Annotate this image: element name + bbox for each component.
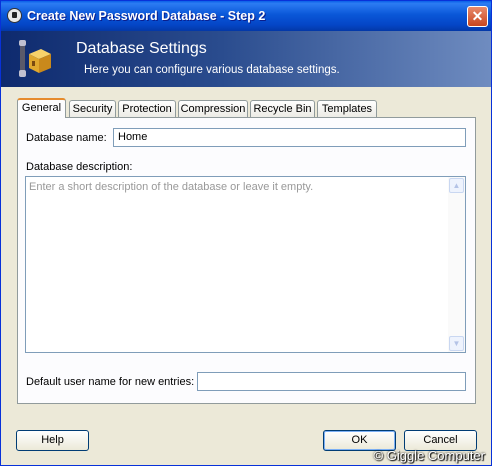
database-name-input[interactable]: Home xyxy=(113,128,466,147)
close-button[interactable]: ✕ xyxy=(467,6,488,27)
database-description-textarea[interactable]: Enter a short description of the databas… xyxy=(25,176,466,353)
watermark-text: © Giggle Computer xyxy=(373,448,485,463)
banner-subtitle: Here you can configure various database … xyxy=(84,64,340,76)
lock-icon xyxy=(7,8,22,23)
scroll-up-arrow-icon[interactable]: ▲ xyxy=(449,178,464,193)
database-settings-icon xyxy=(19,40,51,77)
database-description-label: Database description: xyxy=(26,161,133,173)
window-title: Create New Password Database - Step 2 xyxy=(27,9,266,23)
tab-compression[interactable]: Compression xyxy=(178,100,248,117)
description-placeholder: Enter a short description of the databas… xyxy=(29,181,314,193)
header-banner: Database Settings Here you can configure… xyxy=(1,31,491,87)
default-user-label: Default user name for new entries: xyxy=(26,376,195,388)
banner-title: Database Settings xyxy=(76,40,207,57)
tab-general[interactable]: General xyxy=(17,98,66,118)
tab-protection[interactable]: Protection xyxy=(118,100,176,117)
dialog-window: Create New Password Database - Step 2 ✕ … xyxy=(0,0,492,466)
title-bar[interactable]: Create New Password Database - Step 2 ✕ xyxy=(1,1,491,31)
tab-recycle-bin[interactable]: Recycle Bin xyxy=(250,100,315,117)
tab-security[interactable]: Security xyxy=(69,100,116,117)
help-button[interactable]: Help xyxy=(16,430,89,451)
scroll-down-arrow-icon[interactable]: ▼ xyxy=(449,336,464,351)
description-scrollbar[interactable]: ▲ ▼ xyxy=(448,177,465,352)
tab-templates[interactable]: Templates xyxy=(317,100,377,117)
database-name-label: Database name: xyxy=(26,132,107,144)
default-user-input[interactable] xyxy=(197,372,466,391)
